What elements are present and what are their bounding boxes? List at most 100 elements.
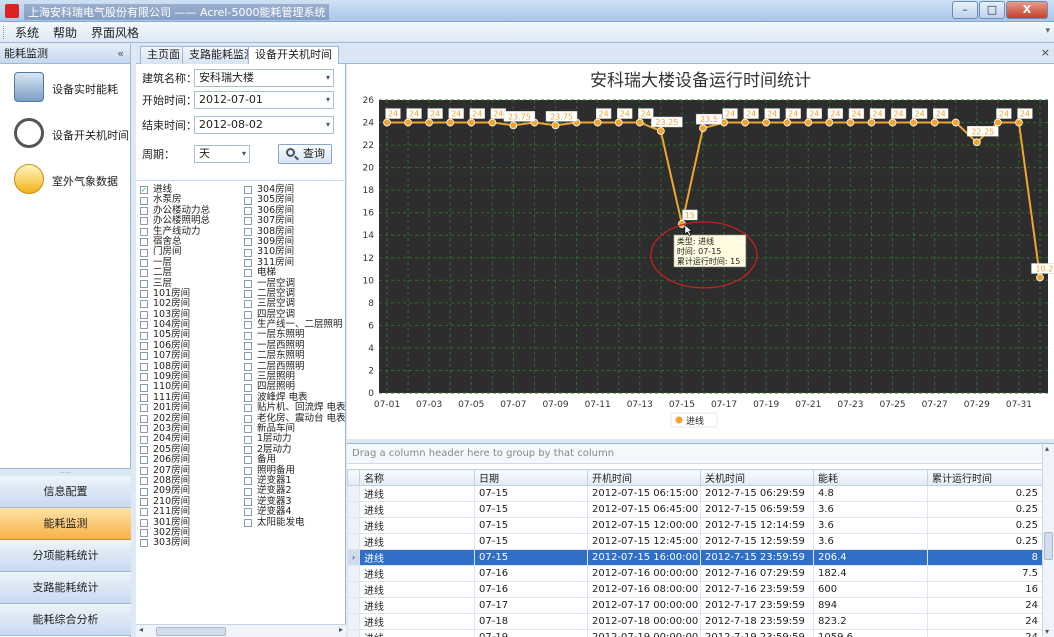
checkbox-icon[interactable] bbox=[140, 518, 148, 527]
table-cell[interactable]: 2012-7-18 23:59:59 bbox=[700, 613, 814, 630]
menu-style[interactable]: 界面风格 bbox=[84, 24, 146, 41]
row-indicator[interactable] bbox=[347, 501, 360, 518]
table-cell[interactable]: 3.6 bbox=[813, 533, 928, 550]
start-date-picker[interactable]: 2012-07-01 ▾ bbox=[194, 91, 334, 109]
checkbox-icon[interactable] bbox=[140, 529, 148, 538]
checkbox-icon[interactable] bbox=[244, 425, 252, 434]
checkbox-icon[interactable] bbox=[244, 186, 252, 195]
table-cell[interactable]: 7.5 bbox=[927, 565, 1043, 582]
checkbox-icon[interactable] bbox=[140, 206, 148, 215]
scroll-down-icon[interactable]: ▾ bbox=[1045, 627, 1049, 636]
row-indicator[interactable] bbox=[347, 565, 360, 582]
table-cell[interactable]: 206.4 bbox=[813, 549, 928, 566]
table-cell[interactable]: 2012-7-16 07:29:59 bbox=[700, 565, 814, 582]
scroll-thumb[interactable] bbox=[1044, 532, 1053, 560]
checkbox-icon[interactable] bbox=[244, 331, 252, 340]
table-cell[interactable]: 2012-07-18 00:00:00 bbox=[587, 613, 701, 630]
checkbox-icon[interactable] bbox=[140, 290, 148, 299]
row-indicator[interactable] bbox=[347, 629, 360, 637]
table-cell[interactable]: 2012-07-16 08:00:00 bbox=[587, 581, 701, 598]
chevron-down-icon[interactable]: ▾ bbox=[1045, 26, 1050, 36]
table-row[interactable]: 进线 07-18 2012-07-18 00:00:00 2012-7-18 23:5… bbox=[347, 613, 1043, 630]
table-cell[interactable]: 2012-7-17 23:59:59 bbox=[700, 597, 814, 614]
checkbox-icon[interactable] bbox=[244, 497, 252, 506]
checkbox-icon[interactable] bbox=[140, 352, 148, 361]
table-cell[interactable]: 07-19 bbox=[474, 629, 588, 637]
tab-device-runtime[interactable]: 设备开关机时间 bbox=[248, 46, 339, 65]
checkbox-icon[interactable] bbox=[140, 331, 148, 340]
checkbox-icon[interactable] bbox=[244, 342, 252, 351]
table-cell[interactable]: 进线 bbox=[359, 565, 475, 582]
row-indicator[interactable] bbox=[347, 517, 360, 534]
checkbox-icon[interactable] bbox=[140, 466, 148, 475]
row-indicator[interactable] bbox=[347, 581, 360, 598]
checkbox-icon[interactable] bbox=[244, 414, 252, 423]
table-cell[interactable]: 2012-7-15 06:59:59 bbox=[700, 501, 814, 518]
table-row[interactable]: 进线 07-15 2012-07-15 12:00:00 2012-7-15 12:1… bbox=[347, 517, 1043, 534]
table-cell[interactable]: 24 bbox=[927, 613, 1043, 630]
table-cell[interactable]: 07-18 bbox=[474, 613, 588, 630]
checkbox-icon[interactable] bbox=[244, 383, 252, 392]
table-cell[interactable]: 07-15 bbox=[474, 517, 588, 534]
table-cell[interactable]: 2012-7-19 23:59:59 bbox=[700, 629, 814, 637]
table-cell[interactable]: 24 bbox=[927, 629, 1043, 637]
device-checkbox[interactable]: 逆变器4 bbox=[244, 506, 346, 517]
checkbox-icon[interactable] bbox=[244, 248, 252, 257]
table-cell[interactable]: 0.25 bbox=[927, 485, 1043, 502]
table-cell[interactable]: 2012-7-15 12:59:59 bbox=[700, 533, 814, 550]
table-cell[interactable]: 07-15 bbox=[474, 501, 588, 518]
checkbox-icon[interactable] bbox=[244, 300, 252, 309]
end-date-picker[interactable]: 2012-08-02 ▾ bbox=[194, 116, 334, 134]
checkbox-icon[interactable] bbox=[244, 466, 252, 475]
checkbox-icon[interactable] bbox=[244, 217, 252, 226]
table-cell[interactable]: 24 bbox=[927, 597, 1043, 614]
table-cell[interactable]: 894 bbox=[813, 597, 928, 614]
table-cell[interactable]: 2012-7-15 23:59:59 bbox=[700, 549, 814, 566]
checkbox-icon[interactable] bbox=[244, 258, 252, 267]
close-tab-icon[interactable]: × bbox=[1041, 46, 1050, 59]
table-cell[interactable]: 2012-07-15 06:15:00 bbox=[587, 485, 701, 502]
device-checkbox[interactable]: 门房间 bbox=[140, 246, 210, 257]
checkbox-icon[interactable] bbox=[140, 497, 148, 506]
vertical-scrollbar[interactable]: ▴ ▾ bbox=[1042, 444, 1054, 637]
checkbox-icon[interactable] bbox=[140, 373, 148, 382]
checkbox-icon[interactable] bbox=[244, 227, 252, 236]
collapse-icon[interactable]: « bbox=[117, 44, 124, 63]
device-checkbox[interactable]: 一层 bbox=[140, 257, 210, 268]
checkbox-icon[interactable] bbox=[244, 477, 252, 486]
scroll-thumb[interactable] bbox=[156, 627, 226, 636]
building-select[interactable]: 安科瑞大楼 ▾ bbox=[194, 69, 334, 87]
table-cell[interactable]: 进线 bbox=[359, 597, 475, 614]
checkbox-icon[interactable] bbox=[244, 373, 252, 382]
checkbox-icon[interactable] bbox=[140, 310, 148, 319]
table-cell[interactable]: 进线 bbox=[359, 517, 475, 534]
table-cell[interactable]: 600 bbox=[813, 581, 928, 598]
checkbox-icon[interactable] bbox=[244, 196, 252, 205]
table-cell[interactable]: 3.6 bbox=[813, 501, 928, 518]
device-checkbox[interactable]: 电梯 bbox=[244, 267, 346, 278]
table-cell[interactable]: 07-15 bbox=[474, 485, 588, 502]
row-indicator[interactable] bbox=[347, 613, 360, 630]
row-indicator[interactable] bbox=[347, 485, 360, 502]
menu-help[interactable]: 帮助 bbox=[46, 24, 84, 41]
device-checkbox[interactable]: 206房间 bbox=[140, 454, 210, 465]
nav-button-branch-stats[interactable]: 支路能耗统计 bbox=[0, 572, 131, 604]
column-header[interactable]: 能耗 bbox=[813, 469, 928, 486]
table-cell[interactable]: 2012-07-15 06:45:00 bbox=[587, 501, 701, 518]
group-by-hint[interactable]: Drag a column header here to group by th… bbox=[347, 444, 1054, 464]
table-cell[interactable]: 8 bbox=[927, 549, 1043, 566]
table-cell[interactable]: 进线 bbox=[359, 485, 475, 502]
table-cell[interactable]: 2012-07-19 00:00:00 bbox=[587, 629, 701, 637]
checked-box-icon[interactable]: ✓ bbox=[140, 186, 148, 195]
table-row[interactable]: 进线 07-15 2012-07-15 06:15:00 2012-7-15 06:2… bbox=[347, 485, 1043, 502]
checkbox-icon[interactable] bbox=[244, 352, 252, 361]
checkbox-icon[interactable] bbox=[140, 456, 148, 465]
device-checkbox[interactable]: 二层 bbox=[140, 267, 210, 278]
query-button[interactable]: 查询 bbox=[278, 144, 332, 164]
table-cell[interactable]: 进线 bbox=[359, 533, 475, 550]
table-cell[interactable]: 4.8 bbox=[813, 485, 928, 502]
minimize-button[interactable]: – bbox=[952, 1, 978, 19]
scroll-left-icon[interactable]: ◂ bbox=[139, 625, 143, 634]
checkbox-icon[interactable] bbox=[244, 321, 252, 330]
table-cell[interactable]: 0.25 bbox=[927, 517, 1043, 534]
